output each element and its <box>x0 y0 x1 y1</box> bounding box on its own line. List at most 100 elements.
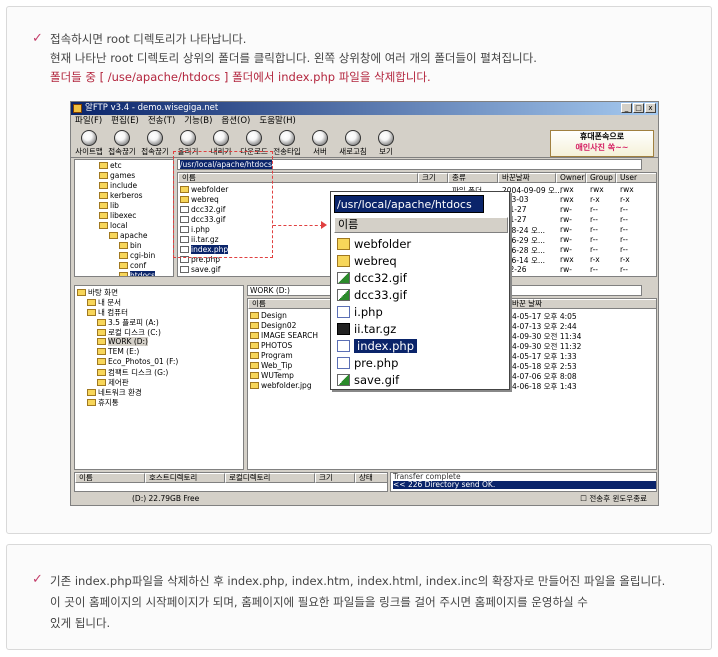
tree-item[interactable]: etc <box>99 161 122 170</box>
file-group: r-- <box>590 275 598 276</box>
local-tree-pane[interactable]: 바탕 화면 내 문서 내 컴퓨터 3.5 플로피 (A:) 로컬 디스크 (C:… <box>74 285 244 470</box>
download-icon <box>213 130 229 146</box>
menu-options[interactable]: 옵션(O) <box>221 115 250 128</box>
col-name[interactable]: 이름 <box>75 473 145 483</box>
tree-item[interactable]: Eco_Photos_01 (F:) <box>97 357 178 366</box>
tree-item[interactable]: apache <box>109 231 147 240</box>
file-user: r-- <box>620 205 629 214</box>
checkmark-icon: ✓ <box>32 572 43 587</box>
col-group[interactable]: Group <box>586 173 616 183</box>
tool-sitemap[interactable]: 사이트맵 <box>74 128 104 157</box>
folder-icon <box>250 372 259 379</box>
folder-icon <box>250 342 259 349</box>
close-button[interactable]: x <box>645 103 656 113</box>
col-type[interactable]: 종류 <box>448 173 498 183</box>
folder-icon <box>250 312 259 319</box>
queue-pane[interactable]: 이름 호스트디렉토리 로컬디렉토리 크기 상태 <box>74 472 388 492</box>
tool-disconnect-1[interactable]: 접속끊기 <box>107 128 137 157</box>
zoom-file-row: webreq <box>337 253 397 270</box>
col-date[interactable]: 바꾼 날짜 <box>508 299 656 309</box>
log-line-2: << 226 Directory send OK. <box>393 481 656 489</box>
file-group: r-- <box>590 265 599 274</box>
tool-view[interactable]: 보기 <box>371 128 401 157</box>
tree-item[interactable]: kerberos <box>99 191 143 200</box>
close-after-transfer-checkbox[interactable]: ☐ 전송후 윈도우종료 <box>580 493 647 504</box>
file-owner: rw- <box>560 245 572 254</box>
zoom-file-name: pre.php <box>354 356 399 370</box>
remote-tree-pane[interactable]: etc games include kerberos lib libexec l… <box>74 159 174 277</box>
img-icon <box>337 272 350 284</box>
col-date[interactable]: 바꾼날짜 <box>498 173 556 183</box>
tree-item[interactable]: libexec <box>99 211 136 220</box>
upload-icon <box>180 130 196 146</box>
file-owner: rw- <box>560 265 572 274</box>
tree-item[interactable]: games <box>99 171 135 180</box>
checkmark-icon: ✓ <box>32 31 43 46</box>
file-date: 4-06-18 오후 1:43 <box>512 382 577 391</box>
notes-line-1: 기존 index.php파일을 삭제하신 후 index.php, index.… <box>50 574 666 588</box>
col-owner[interactable]: Owner <box>556 173 586 183</box>
instruction-line-1: 접속하시면 root 디렉토리가 나타납니다. <box>50 32 247 46</box>
folder-icon <box>109 232 118 239</box>
tree-item[interactable]: lib <box>99 201 119 210</box>
drive-icon <box>97 358 106 365</box>
banner-line-2: 애인사진 쏙~~ <box>575 143 629 152</box>
tree-item[interactable]: conf <box>119 261 146 270</box>
window-title: 알FTP v3.4 - demo.wisegiga.net <box>85 103 219 113</box>
col-status[interactable]: 상태 <box>355 473 387 483</box>
maximize-button[interactable]: □ <box>633 103 644 113</box>
file-user: r-- <box>620 225 629 234</box>
file-owner: rw- <box>560 235 572 244</box>
menu-edit[interactable]: 편집(E) <box>111 115 139 128</box>
connect-icon <box>114 130 130 146</box>
col-local-dir[interactable]: 로컬디렉토리 <box>225 473 315 483</box>
menu-function[interactable]: 기능(B) <box>184 115 212 128</box>
file-group: r-- <box>590 205 599 214</box>
tree-item[interactable]: include <box>99 181 137 190</box>
download-all-icon <box>246 130 262 146</box>
tool-refresh[interactable]: 새로고침 <box>338 128 368 157</box>
tree-item[interactable]: 휴지통 <box>87 397 119 408</box>
minimize-button[interactable]: _ <box>621 103 632 113</box>
tool-disconnect-2[interactable]: 접속끊기 <box>140 128 170 157</box>
col-size[interactable]: 크기 <box>418 173 448 183</box>
tool-server[interactable]: 서버 <box>305 128 335 157</box>
instruction-line-2: 현재 나타난 root 디렉토리 상위의 폴더를 클릭합니다. 왼쪽 상위창에 … <box>50 51 537 65</box>
tree-item[interactable]: bin <box>119 241 142 250</box>
zoom-path: /usr/local/apache/htdocs <box>334 195 484 213</box>
free-space: (D:) 22.79GB Free <box>132 494 200 503</box>
file-icon <box>180 276 189 277</box>
col-size[interactable]: 크기 <box>315 473 355 483</box>
tree-item-selected[interactable]: htdocs <box>119 271 156 276</box>
tool-transfer-type[interactable]: 전송타입 <box>272 128 302 157</box>
folder-icon <box>119 262 128 269</box>
col-user[interactable]: User <box>616 173 656 183</box>
file-name: WUTemp <box>261 371 294 380</box>
zoom-file-row: dcc33.gif <box>337 287 407 304</box>
file-user: r-- <box>620 275 628 276</box>
file-user: rwx <box>620 185 634 194</box>
drive-icon <box>97 329 106 336</box>
title-bar: 알FTP v3.4 - demo.wisegiga.net _ □ x <box>71 102 658 115</box>
php-icon <box>337 306 350 318</box>
zoom-file-name: save.gif <box>354 373 400 387</box>
arrow-head-icon <box>321 221 327 229</box>
tree-item[interactable]: local <box>99 221 127 230</box>
file-owner: rwx <box>560 195 574 204</box>
file-user: r-x <box>620 195 630 204</box>
tree-item[interactable]: TEM (E:) <box>97 347 139 356</box>
control-panel-icon <box>97 379 106 386</box>
desktop-icon <box>77 289 86 296</box>
zoom-file-row: webfolder <box>337 236 411 253</box>
php-icon <box>337 340 350 352</box>
file-owner: rw- <box>560 215 572 224</box>
menu-transfer[interactable]: 전송(T) <box>148 115 175 128</box>
ad-banner[interactable]: 휴대폰속으로 애인사진 쏙~~ <box>550 130 654 157</box>
tree-item[interactable]: cgi-bin <box>119 251 155 260</box>
menu-help[interactable]: 도움말(H) <box>259 115 295 128</box>
folder-icon <box>250 362 259 369</box>
col-host-dir[interactable]: 호스트디렉토리 <box>145 473 225 483</box>
tree-item-selected[interactable]: WORK (D:) <box>97 337 148 346</box>
menu-file[interactable]: 파일(F) <box>75 115 102 128</box>
file-name: Program <box>261 351 293 360</box>
